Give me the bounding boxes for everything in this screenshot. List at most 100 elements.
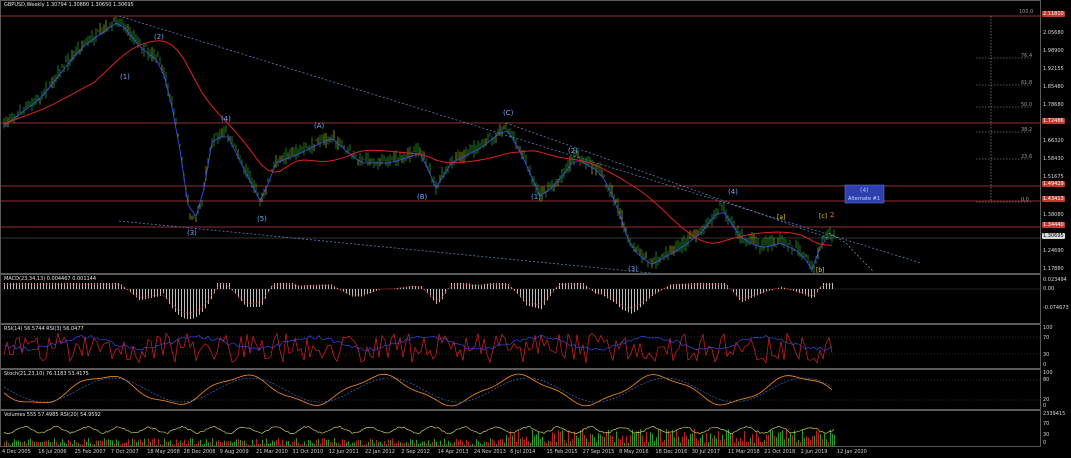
volume-bar	[822, 439, 823, 446]
macd-bar	[328, 284, 329, 289]
volume-bar	[824, 433, 825, 446]
macd-bar	[601, 289, 602, 295]
volume-bar	[638, 430, 639, 446]
volume-bar	[128, 439, 129, 446]
volume-bar	[518, 431, 519, 446]
macd-bar	[19, 283, 20, 289]
macd-bar	[193, 289, 194, 319]
macd-bar	[112, 283, 113, 289]
volume-bar	[266, 438, 267, 446]
macd-bar	[166, 289, 167, 299]
macd-bar	[70, 283, 71, 289]
macd-bar	[352, 289, 353, 297]
volume-bar	[308, 439, 309, 446]
volume-bar	[594, 437, 595, 446]
volume-bar	[806, 436, 807, 446]
macd-bar	[178, 289, 179, 315]
macd-bar	[652, 289, 653, 297]
stochastic-axis-label: 100	[1043, 370, 1053, 376]
level-tag: 1.72486	[1042, 118, 1065, 124]
macd-bar	[103, 283, 104, 289]
macd-bar	[10, 283, 11, 289]
macd-bar	[535, 289, 536, 308]
macd-bar	[154, 289, 155, 298]
macd-bar	[460, 283, 461, 289]
volume-bar	[324, 438, 325, 446]
volume-bar	[706, 432, 707, 446]
macd-bar	[634, 289, 635, 313]
price-axis-label: 1.98900	[1043, 48, 1064, 54]
volume-bar	[334, 438, 335, 446]
time-axis-label: 4 Dec 2005	[2, 449, 31, 455]
wave-label-b-minor: [b]	[816, 267, 825, 274]
price-axis-label: 2.05680	[1043, 30, 1064, 36]
macd-bar	[277, 283, 278, 289]
volume-bar	[618, 438, 619, 446]
macd-axis-label: 0.00	[1043, 286, 1055, 292]
volume-bar	[344, 439, 345, 446]
macd-bar	[52, 283, 53, 289]
macd-bar	[274, 283, 275, 289]
macd-bar	[118, 283, 119, 289]
macd-bar	[628, 289, 629, 313]
macd-bar	[436, 289, 437, 304]
volumes-pane[interactable]: Volumes 555 57.4985 RSI(20) 54.9592	[0, 410, 1041, 447]
fib-label: 50.0	[1021, 102, 1032, 108]
macd-bar	[181, 289, 182, 317]
macd-bar	[682, 283, 683, 289]
volume-bar	[492, 439, 493, 446]
volume-bar	[740, 437, 741, 446]
price-chart-canvas[interactable]: 100.0 76.4 61.8 50.0 38.2 23.6 0.0 (1) (…	[1, 1, 1041, 274]
volume-bar	[684, 431, 685, 446]
wave-label-3: (3)	[187, 229, 197, 237]
volume-bar	[558, 430, 559, 446]
macd-bar	[109, 283, 110, 289]
volume-bar	[744, 431, 745, 446]
volume-bar	[522, 437, 523, 446]
volume-bar	[818, 432, 819, 446]
volume-bar	[456, 438, 457, 446]
volume-bar	[240, 440, 241, 446]
wave-label-a: (A)	[314, 122, 325, 130]
rsi-canvas[interactable]	[1, 325, 1041, 369]
volume-bar	[116, 439, 117, 446]
macd-bar	[814, 289, 815, 298]
macd-bar	[718, 283, 719, 289]
macd-bar	[106, 283, 107, 289]
volume-bar	[634, 433, 635, 446]
volume-bar	[236, 439, 237, 446]
price-chart-pane[interactable]: GBPUSD,Weekly 1.30794 1.30880 1.30650 1.…	[0, 0, 1041, 274]
macd-bar	[217, 283, 218, 289]
volume-bar	[54, 438, 55, 446]
volume-bar	[576, 435, 577, 446]
volume-bar	[808, 437, 809, 446]
stochastic-canvas[interactable]	[1, 370, 1041, 410]
fib-label: 61.8	[1021, 80, 1032, 86]
volume-bar	[252, 439, 253, 446]
price-axis-label: 1.92155	[1043, 66, 1064, 72]
macd-bar	[358, 289, 359, 297]
macd-bar	[442, 289, 443, 300]
macd-bar	[631, 289, 632, 314]
volume-bar	[798, 440, 799, 446]
stochastic-pane[interactable]: Stoch(21,23,10) 76.1183 53.4175	[0, 369, 1041, 410]
macd-bar	[643, 289, 644, 305]
volume-bar	[592, 434, 593, 446]
time-axis-label: 11 Mar 2018	[728, 449, 760, 455]
macd-bar	[94, 283, 95, 289]
macd-bar	[253, 289, 254, 307]
macd-bar	[283, 283, 284, 289]
wave-label-3b: (3)	[628, 265, 638, 273]
volume-bar	[804, 438, 805, 446]
fib-lines	[976, 16, 1031, 203]
macd-canvas[interactable]	[1, 275, 1041, 324]
volume-bar	[802, 429, 803, 446]
macd-bar	[550, 289, 551, 297]
wave-label-1: (1)	[120, 73, 130, 81]
volumes-canvas[interactable]	[1, 411, 1041, 447]
macd-bar	[439, 289, 440, 303]
fib-label: 38.2	[1021, 127, 1032, 133]
macd-bar	[226, 283, 227, 289]
macd-pane[interactable]: MACD(23,34,13) 0.004467 0.001144	[0, 274, 1041, 324]
rsi-pane[interactable]: RSI(14) 56.5744 RSI(3) 56.0477	[0, 324, 1041, 369]
